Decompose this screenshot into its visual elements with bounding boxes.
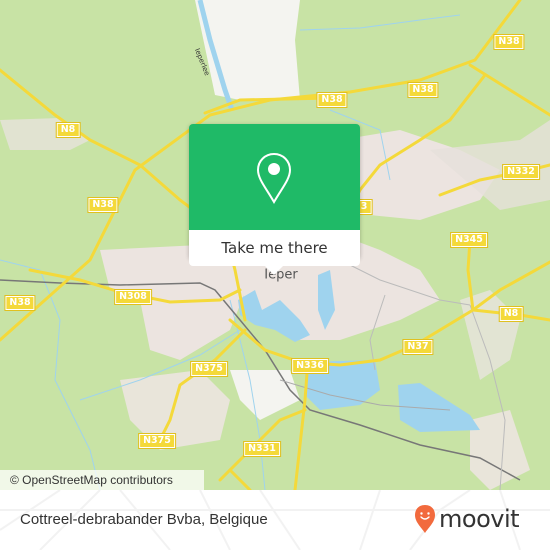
moovit-pin-icon — [415, 505, 435, 533]
popup-pointer — [264, 265, 284, 275]
footer: Cottreel-debrabander Bvba, Belgique moov… — [0, 490, 550, 550]
road-label-n336: N336 — [291, 358, 329, 374]
brand-name: moovit — [439, 505, 520, 533]
place-name: Cottreel-debrabander Bvba, Belgique — [20, 511, 268, 528]
road-label-n38: N38 — [4, 295, 36, 311]
road-label-n8: N8 — [55, 122, 81, 138]
road-label-n38: N38 — [316, 92, 348, 108]
road-label-n38: N38 — [493, 34, 525, 50]
take-me-there-button[interactable]: Take me there — [189, 230, 360, 266]
map[interactable]: Ieperlee N8 N38 N38 N38 N38 N38 N332 3 N… — [0, 0, 550, 490]
road-label-n38: N38 — [87, 197, 119, 213]
popup-header — [189, 124, 360, 230]
road-label-n8: N8 — [498, 306, 524, 322]
road-label-n38: N38 — [407, 82, 439, 98]
road-label-n37: N37 — [402, 339, 434, 355]
road-label-n375: N375 — [190, 361, 228, 377]
destination-popup: Take me there — [189, 124, 360, 275]
location-pin-icon — [256, 152, 292, 204]
road-label-n332: N332 — [502, 164, 540, 180]
map-attribution[interactable]: © OpenStreetMap contributors — [0, 470, 204, 490]
road-label-n375: N375 — [138, 433, 176, 449]
moovit-logo[interactable]: moovit — [414, 502, 520, 536]
road-label-n345: N345 — [450, 232, 488, 248]
road-label-n331: N331 — [243, 441, 281, 457]
road-label-n308: N308 — [114, 289, 152, 305]
